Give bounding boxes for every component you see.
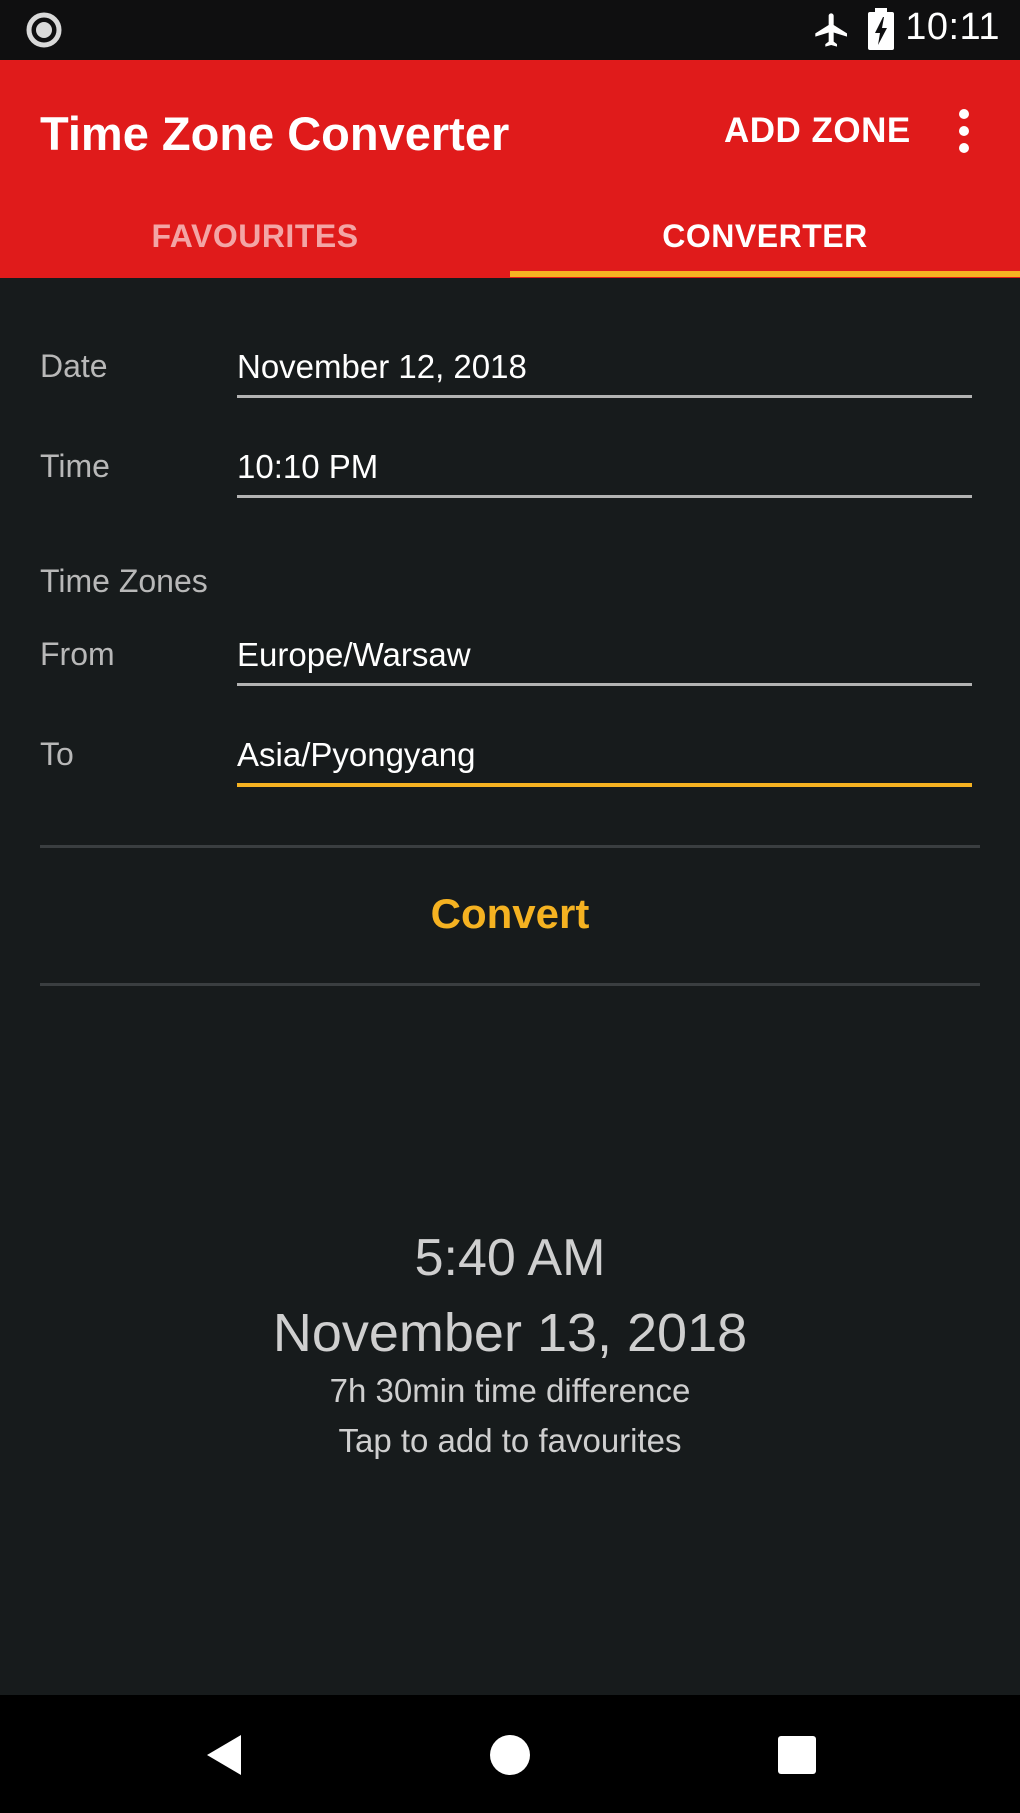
time-label: Time xyxy=(40,448,110,484)
date-label: Date xyxy=(40,348,108,384)
result-difference: 7h 30min time difference xyxy=(329,1372,691,1409)
from-label: From xyxy=(40,636,115,672)
airplane-icon xyxy=(815,13,847,47)
tab-indicator xyxy=(510,271,1020,277)
to-field-underline xyxy=(237,783,972,787)
divider-bottom xyxy=(40,983,980,986)
from-field-underline xyxy=(237,683,972,686)
tab-favourites[interactable]: FAVOURITES xyxy=(0,218,510,255)
status-bar: 10:11 xyxy=(0,0,1020,60)
app-bar: Time Zone Converter ADD ZONE FAVOURITES … xyxy=(0,60,1020,278)
battery-charging-icon xyxy=(868,8,894,50)
divider-top xyxy=(40,845,980,848)
result-time[interactable]: 5:40 AM xyxy=(0,1228,1020,1288)
add-zone-button[interactable]: ADD ZONE xyxy=(724,111,911,151)
to-label: To xyxy=(40,736,74,772)
time-zones-heading: Time Zones xyxy=(40,563,208,599)
navigation-bar xyxy=(0,1695,1020,1813)
tab-converter[interactable]: CONVERTER xyxy=(510,218,1020,255)
date-field-underline xyxy=(237,395,972,398)
convert-button[interactable]: Convert xyxy=(0,890,1020,938)
to-zone-field[interactable]: Asia/Pyongyang xyxy=(237,736,476,774)
time-field-underline xyxy=(237,495,972,498)
result-hint: Tap to add to favourites xyxy=(338,1422,682,1459)
from-zone-field[interactable]: Europe/Warsaw xyxy=(237,636,471,674)
back-icon[interactable] xyxy=(205,1733,243,1777)
status-time: 10:11 xyxy=(905,6,1000,48)
app-title: Time Zone Converter xyxy=(40,107,510,160)
record-icon xyxy=(26,12,62,48)
recents-icon[interactable] xyxy=(777,1735,817,1775)
date-field[interactable]: November 12, 2018 xyxy=(237,348,527,386)
home-icon[interactable] xyxy=(489,1734,531,1776)
more-vert-icon[interactable] xyxy=(952,108,976,154)
time-field[interactable]: 10:10 PM xyxy=(237,448,378,486)
result-date[interactable]: November 13, 2018 xyxy=(0,1302,1020,1364)
